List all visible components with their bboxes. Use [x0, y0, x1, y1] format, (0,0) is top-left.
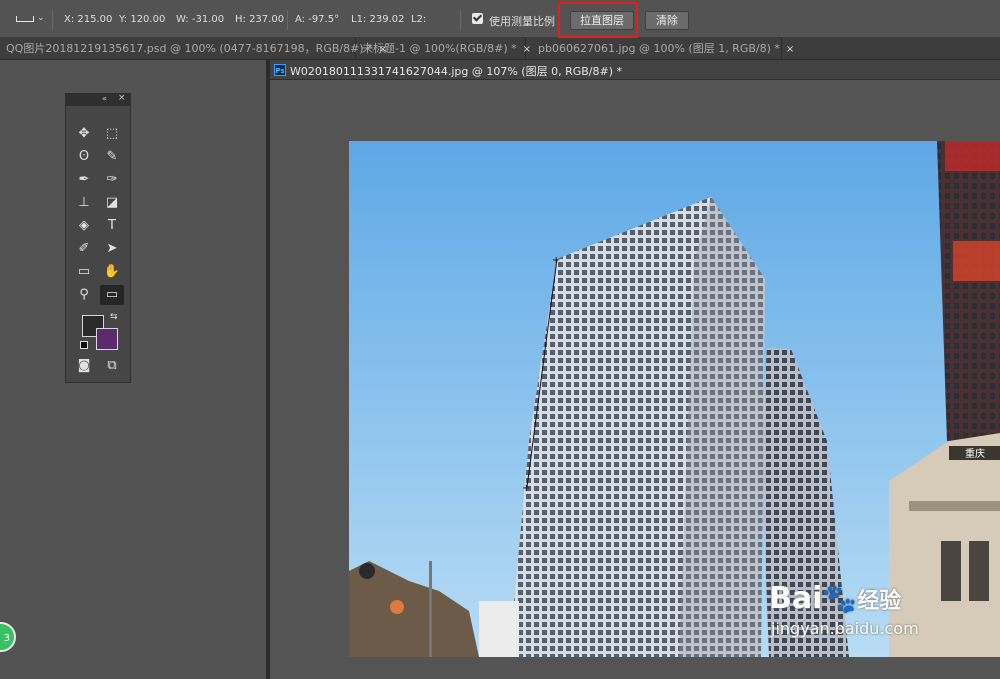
- use-scale-label: 使用测量比例: [489, 15, 555, 28]
- ruler-icon: [16, 16, 34, 22]
- watermark-brand: Bai: [769, 581, 823, 616]
- h-readout: H: 237.00: [235, 14, 285, 25]
- l2-readout: L2:: [411, 14, 427, 25]
- tab-label: 未标题-1 @ 100%(RGB/8#) *: [362, 42, 517, 55]
- workspace-left: [0, 60, 266, 679]
- w-readout: W: -31.00: [176, 14, 225, 25]
- document-tabs: QQ图片20181219135617.psd @ 100% (0477-8167…: [0, 38, 1000, 60]
- default-colors-icon[interactable]: [80, 341, 88, 349]
- quick-select-tool[interactable]: ✎: [100, 147, 124, 167]
- separator: [460, 10, 461, 30]
- chevron-down-icon: ⌄: [37, 13, 45, 23]
- document-title: W0201801113317416270​44.jpg @ 107% (图层 0…: [290, 65, 623, 78]
- eraser-tool[interactable]: ◪: [100, 193, 124, 213]
- building-photo: + + 重庆: [349, 141, 1000, 657]
- baidu-watermark-logo: Bai🐾经验: [769, 581, 901, 616]
- photo-canvas[interactable]: + + 重庆 Bai�: [349, 141, 1000, 657]
- pen-tool[interactable]: ✐: [72, 239, 96, 259]
- select-arrow-tool[interactable]: ➤: [100, 239, 124, 259]
- lasso-tool[interactable]: ʘ: [72, 147, 96, 167]
- separator: [287, 10, 288, 30]
- y-readout: Y: 120.00: [119, 14, 166, 25]
- tools-panel: « × ✥ ⬚ ʘ ✎ ✒ ✑ ⊥ ◪ ◈ T ✐ ➤ ▭ ✋ ⚲ ▭ ◙ ⧉ ⇆: [65, 93, 131, 383]
- photoshop-icon: Ps: [274, 64, 286, 76]
- hand-tool[interactable]: ✋: [100, 262, 124, 282]
- close-icon[interactable]: ×: [786, 44, 794, 55]
- paw-icon: 🐾: [822, 582, 858, 615]
- watermark-brand-cn: 经验: [857, 589, 902, 614]
- rect-tool[interactable]: ▭: [72, 262, 96, 282]
- angle-readout: A: -97.5°: [295, 14, 340, 25]
- swap-colors-icon[interactable]: ⇆: [110, 312, 118, 322]
- options-bar: ⌄ X: 215.00 Y: 120.00 W: -31.00 H: 237.0…: [0, 0, 1000, 38]
- svg-text:+: +: [522, 483, 530, 494]
- move-tool[interactable]: ✥: [72, 124, 96, 144]
- brush-tool[interactable]: ✑: [100, 170, 124, 190]
- fill-tool[interactable]: ◈: [72, 216, 96, 236]
- document-title-bar[interactable]: Ps W0201801113317416270​44.jpg @ 107% (图…: [270, 60, 1000, 80]
- zoom-tool[interactable]: ⚲: [72, 285, 96, 305]
- separator: [52, 10, 53, 30]
- document-window: Ps W0201801113317416270​44.jpg @ 107% (图…: [270, 60, 1000, 679]
- watermark-url: jingyan.baidu.com: [771, 619, 919, 638]
- canvas-area[interactable]: + + 重庆 Bai�: [270, 80, 1000, 679]
- tab-qq-psd[interactable]: QQ图片20181219135617.psd @ 100% (0477-8167…: [0, 38, 387, 60]
- close-icon[interactable]: ×: [118, 93, 126, 103]
- clear-button[interactable]: 清除: [645, 11, 689, 30]
- background-color-swatch[interactable]: [96, 328, 118, 350]
- use-scale-checkbox[interactable]: [472, 13, 483, 24]
- stamp-tool[interactable]: ⊥: [72, 193, 96, 213]
- x-readout: X: 215.00: [64, 14, 113, 25]
- ruler-tool[interactable]: ▭: [100, 285, 124, 305]
- tab-label: QQ图片20181219135617.psd @ 100% (0477-8167…: [6, 42, 373, 55]
- highlight-box: [558, 2, 638, 38]
- eyedropper-tool[interactable]: ✒: [72, 170, 96, 190]
- screen-mode-tool[interactable]: ⧉: [100, 356, 124, 376]
- quick-mask-tool[interactable]: ◙: [72, 356, 96, 376]
- collapse-icon[interactable]: «: [102, 94, 107, 103]
- ruler-tool-preset[interactable]: ⌄: [12, 12, 45, 28]
- marquee-tool[interactable]: ⬚: [100, 124, 124, 144]
- svg-text:+: +: [552, 255, 560, 266]
- tab-label: pb060627061.jpg @ 100% (图层 1, RGB/8) *: [538, 42, 780, 55]
- tab-untitled[interactable]: 未标题-1 @ 100%(RGB/8#) * ×: [356, 38, 531, 60]
- sign-text: 重庆: [965, 447, 985, 460]
- l1-readout: L1: 239.02: [351, 14, 405, 25]
- close-icon[interactable]: ×: [523, 44, 531, 55]
- type-tool[interactable]: T: [100, 216, 124, 236]
- tools-panel-header[interactable]: « ×: [66, 93, 130, 106]
- tab-pb-jpg[interactable]: pb060627061.jpg @ 100% (图层 1, RGB/8) * ×: [532, 38, 794, 60]
